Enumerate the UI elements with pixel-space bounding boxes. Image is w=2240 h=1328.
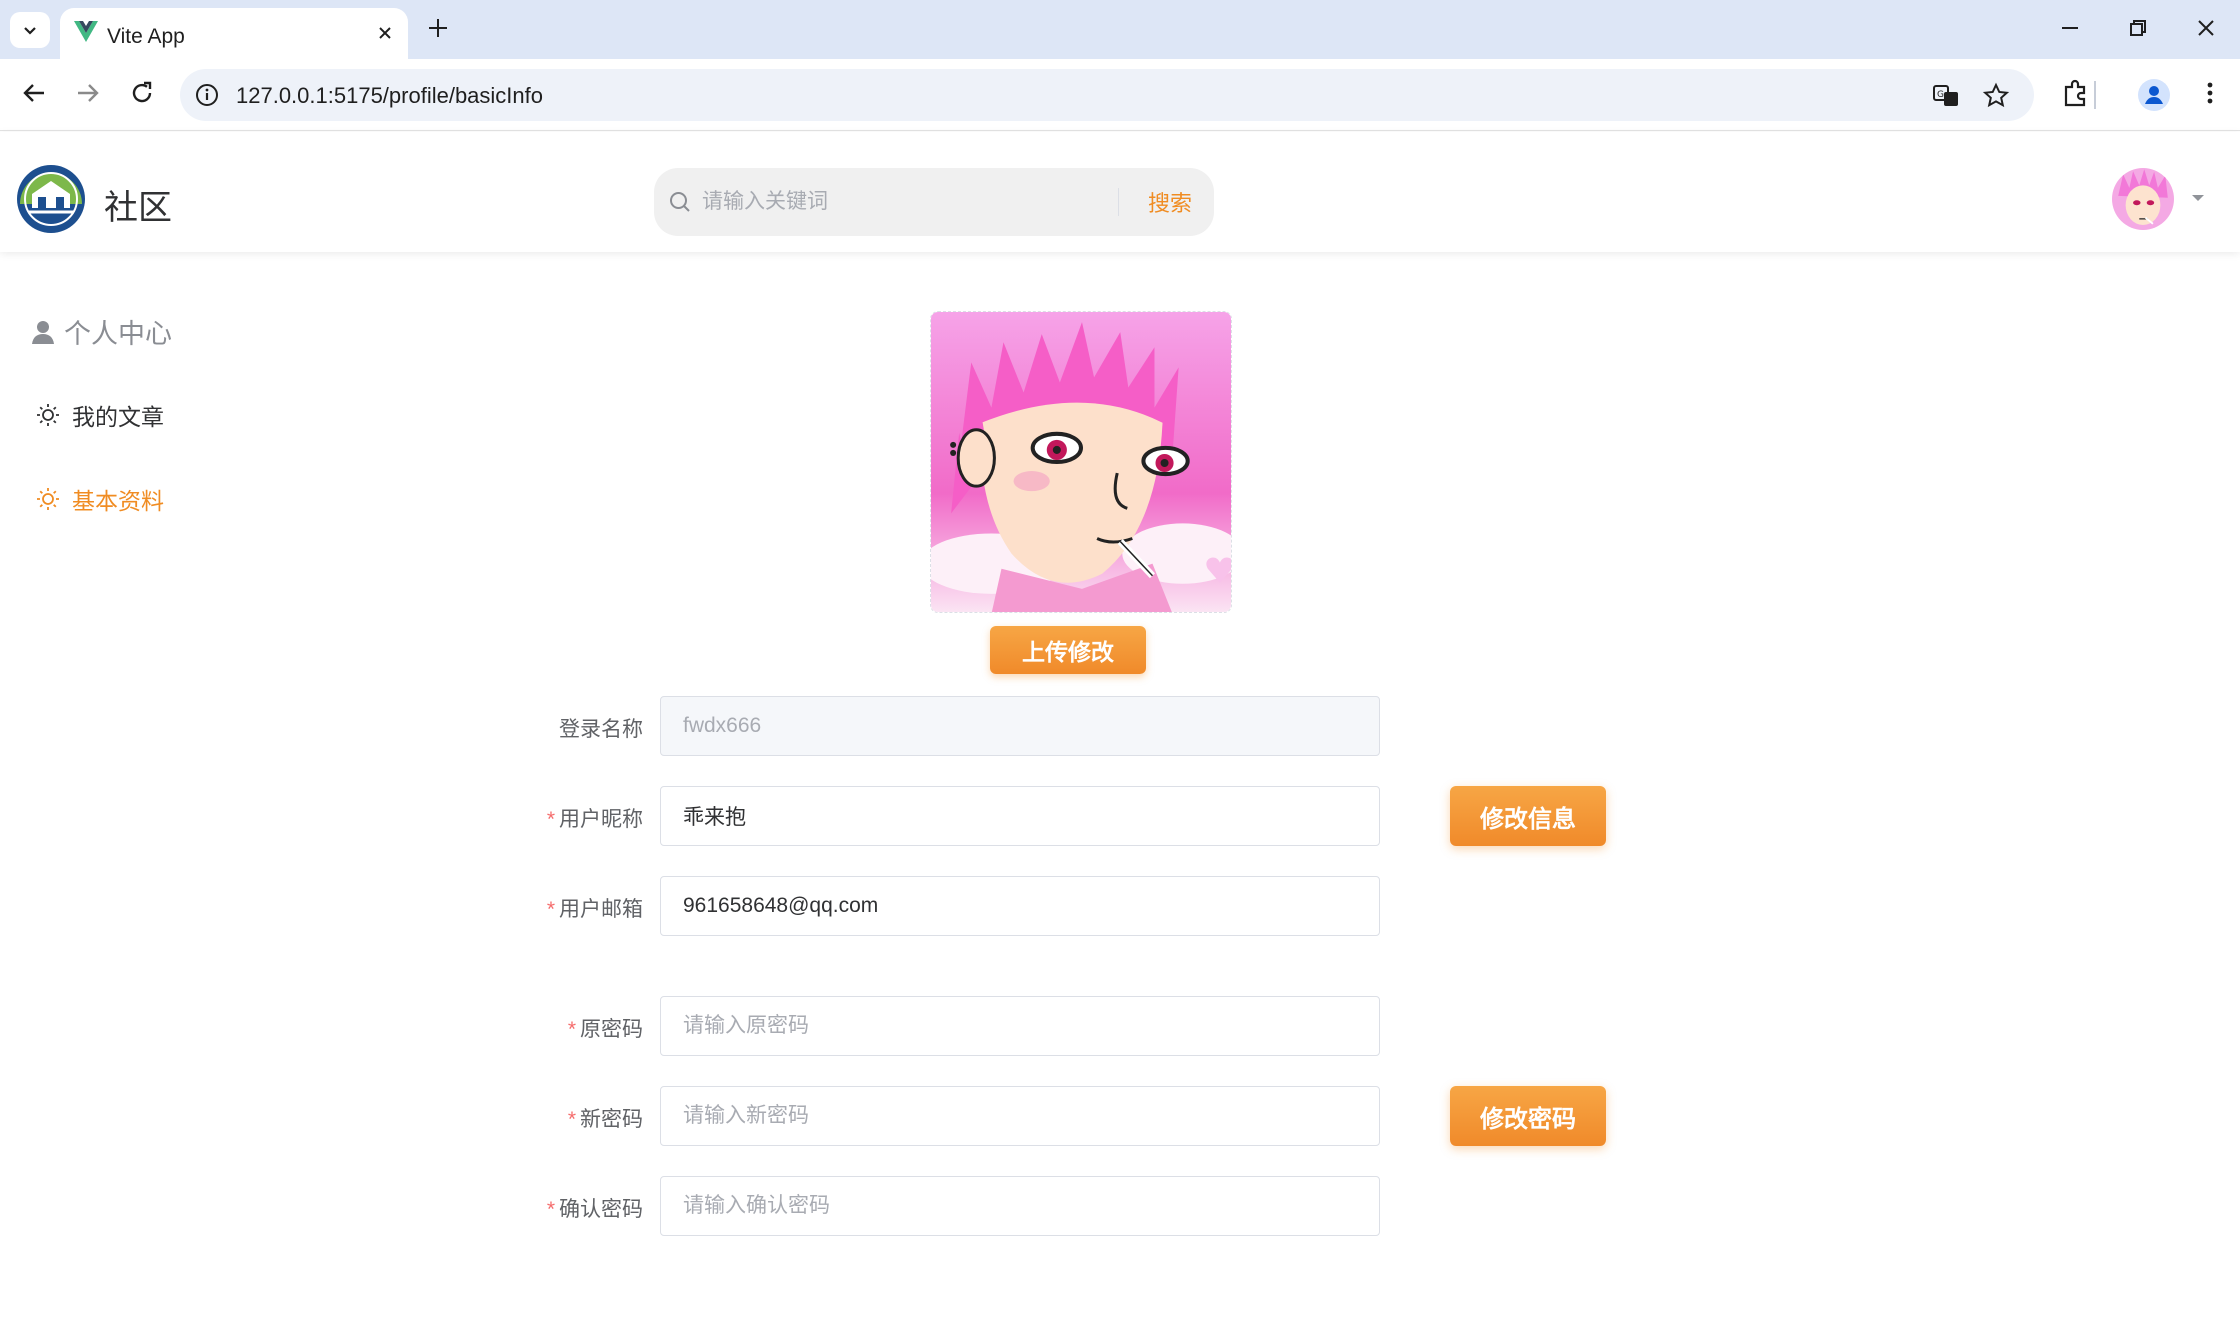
old-password-field[interactable] [660,996,1380,1056]
plus-icon[interactable] [424,14,452,42]
email-field[interactable] [660,876,1380,936]
community-logo-icon[interactable] [16,164,86,234]
login-name-field [660,696,1380,756]
sidebar-item-my-articles[interactable]: 我的文章 [36,398,164,432]
update-info-button[interactable]: 修改信息 [1450,786,1606,846]
avatar-image [2112,168,2174,230]
back-icon[interactable] [18,77,50,109]
sidebar-item-basic-info[interactable]: 基本资料 [36,482,164,516]
sun-icon [37,404,59,426]
search-box: 搜索 [654,168,1214,236]
translate-icon[interactable]: G [1932,82,1960,110]
required-mark: * [546,898,555,921]
tab-search-button[interactable] [10,12,50,48]
update-password-button[interactable]: 修改密码 [1450,1086,1606,1146]
required-mark: * [567,1018,576,1041]
url-text: 127.0.0.1:5175/profile/basicInfo [236,83,544,108]
form-row-confirm-password: * 确认密码 [0,1176,2240,1236]
user-avatar[interactable] [2112,168,2174,230]
browser-tab-bar: Vite App [0,0,2240,59]
nickname-label-text: 用户昵称 [559,808,643,831]
tab-title: Vite App [107,25,185,48]
confirm-password-label: * 确认密码 [547,1193,643,1223]
upload-avatar-button[interactable]: 上传修改 [990,626,1146,674]
new-password-field[interactable] [660,1086,1380,1146]
sidebar-item-label: 基本资料 [72,488,164,514]
required-mark: * [567,1108,576,1131]
nickname-field[interactable] [660,786,1380,846]
email-label: * 用户邮箱 [547,893,643,923]
required-mark: * [546,808,555,831]
search-divider [1118,188,1119,216]
login-name-label: 登录名称 [559,713,643,743]
toolbar-separator [2094,81,2096,109]
caret-down-icon[interactable] [2190,192,2206,204]
confirm-password-field[interactable] [660,1176,1380,1236]
old-password-label: * 原密码 [568,1013,643,1043]
close-icon[interactable] [374,22,396,44]
search-icon [670,192,690,212]
forward-icon[interactable] [72,77,104,109]
restore-icon[interactable] [2126,16,2150,40]
minimize-icon[interactable] [2058,16,2082,40]
new-password-label-text: 新密码 [580,1108,643,1131]
new-password-label: * 新密码 [568,1103,643,1133]
search-input[interactable] [702,180,1162,224]
form-row-email: * 用户邮箱 [0,876,2240,936]
browser-toolbar: 127.0.0.1:5175/profile/basicInfo G [0,59,2240,131]
extensions-icon[interactable] [2060,77,2092,109]
star-icon[interactable] [1982,82,2010,110]
form-row-old-password: * 原密码 [0,996,2240,1056]
more-icon[interactable] [2194,77,2226,109]
browser-tab-active[interactable]: Vite App [60,8,408,59]
app-header: 社区 搜索 [0,132,2240,252]
close-window-icon[interactable] [2194,16,2218,40]
vue-logo-icon [74,21,98,42]
sidebar-item-label: 我的文章 [72,404,164,430]
info-icon[interactable] [194,82,220,108]
login-name-label-text: 登录名称 [559,718,643,741]
sidebar-heading: 个人中心 [30,312,172,351]
reload-icon[interactable] [126,77,158,109]
svg-text:G: G [1937,90,1944,100]
confirm-password-label-text: 确认密码 [559,1198,643,1221]
required-mark: * [546,1198,555,1221]
form-row-nickname: *用户昵称 修改信息 [0,786,2240,846]
form-row-login-name: 登录名称 [0,696,2240,756]
chevron-down-icon [24,27,36,35]
sun-icon [37,488,59,510]
email-label-text: 用户邮箱 [559,898,643,921]
profile-avatar-uploader[interactable] [930,311,1232,613]
sidebar-heading-label: 个人中心 [64,319,172,349]
nickname-label: * 用户昵称 [547,803,643,833]
user-icon [32,320,54,344]
old-password-label-text: 原密码 [580,1018,643,1041]
brand-title: 社区 [104,189,172,227]
profile-avatar-image [931,312,1231,612]
search-button[interactable]: 搜索 [1126,168,1214,236]
form-row-new-password: * 新密码 修改密码 [0,1086,2240,1146]
address-bar[interactable]: 127.0.0.1:5175/profile/basicInfo G [180,69,2034,121]
profile-icon[interactable] [2136,77,2172,113]
